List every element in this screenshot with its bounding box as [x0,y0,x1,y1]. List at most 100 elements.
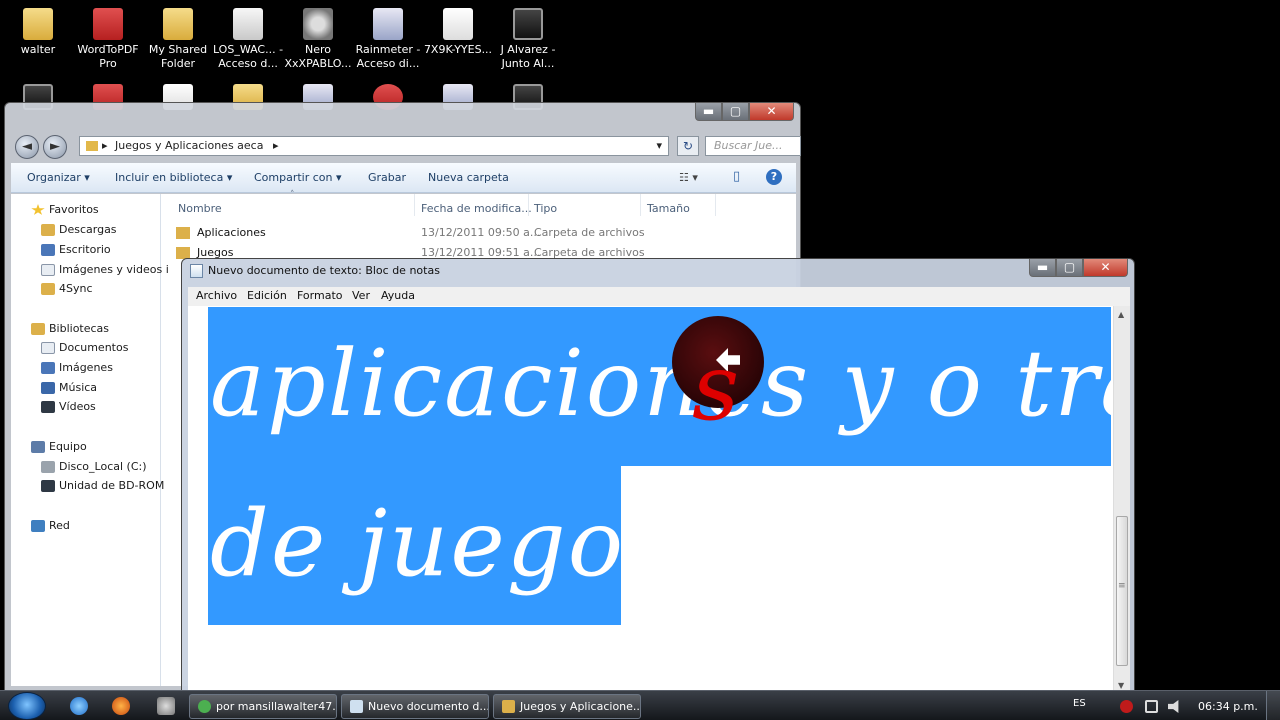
firefox-icon[interactable] [112,697,130,715]
tray-app-icon[interactable] [1120,700,1133,713]
folder-icon [41,283,55,295]
desktop-icon-j-alvarez[interactable]: J Alvarez - Junto Al... [492,8,564,71]
language-indicator[interactable]: ES [1073,698,1086,709]
burn-button[interactable]: Grabar [368,171,406,184]
help-button[interactable]: ? [766,169,782,185]
column-header-type[interactable]: Tipo [534,202,557,215]
scroll-thumb[interactable]: ≡ [1116,516,1128,666]
column-header-name[interactable]: Nombre [178,202,222,215]
address-dropdown-icon[interactable]: ▾ [656,137,662,155]
chrome-icon [198,700,211,713]
taskbar: por mansillawalter47... Nuevo documento … [0,690,1280,720]
nav-4sync[interactable]: 4Sync [41,280,93,298]
nav-bd-rom[interactable]: Unidad de BD-ROM [41,477,164,495]
taskbar-item-explorer[interactable]: Juegos y Aplicacione... [493,694,641,719]
highlighted-letter: s [692,334,740,441]
back-button[interactable]: ◄ [15,135,39,159]
start-button[interactable] [8,692,46,720]
file-row[interactable]: Aplicaciones 13/12/2011 09:50 a... Carpe… [162,223,796,243]
nav-images[interactable]: Imágenes [41,359,113,377]
nav-music[interactable]: Música [41,379,97,397]
explorer-toolbar: Organizar ▾ Incluir en biblioteca ▾ Comp… [11,163,796,193]
desktop-icon-shared-folder[interactable]: My Shared Folder [142,8,214,71]
desktop-icon-wordtopdf[interactable]: WordToPDF Pro [72,8,144,71]
nav-libraries[interactable]: Bibliotecas [31,320,109,338]
show-desktop-button[interactable] [1266,691,1280,720]
nav-videos[interactable]: Vídeos [41,398,96,416]
menu-file[interactable]: Archivo [196,289,237,302]
address-separator-icon[interactable]: ▸ [102,139,108,152]
taskbar-item-chrome[interactable]: por mansillawalter47... [189,694,337,719]
internet-explorer-icon[interactable] [70,697,88,715]
nav-documents[interactable]: Documentos [41,339,128,357]
nav-network[interactable]: Red [31,517,70,535]
close-button[interactable]: ✕ [749,103,794,121]
address-path[interactable]: Juegos y Aplicaciones aeca [115,139,263,152]
maximize-button[interactable]: ▢ [722,103,749,121]
network-program-icon[interactable] [157,697,175,715]
new-folder-button[interactable]: Nueva carpeta [428,171,509,184]
nav-favorites[interactable]: Favoritos [31,201,99,219]
menu-view[interactable]: Ver [352,289,370,302]
star-icon [31,204,45,215]
column-separator[interactable] [414,194,415,216]
desktop-icon-walter[interactable]: walter [2,8,74,57]
menu-format[interactable]: Formato [297,289,343,302]
menu-edit[interactable]: Edición [247,289,287,302]
change-view-button[interactable]: ☷ ▾ [679,171,698,184]
minimize-button[interactable]: ▬ [1029,259,1056,277]
desktop-icon-rainmeter[interactable]: Rainmeter - Acceso di... [352,8,424,71]
column-header-modified[interactable]: Fecha de modifica... [421,202,532,215]
file-type: Carpeta de archivos [534,226,645,239]
search-input[interactable]: Buscar Jue... [705,136,801,156]
scroll-grip-icon: ≡ [1118,581,1126,591]
clock[interactable]: 06:34 p.m. [1198,700,1258,713]
hard-drive-icon [41,461,55,473]
libraries-icon [31,323,45,335]
address-bar[interactable]: ▸ Juegos y Aplicaciones aeca ▸ ▾ [79,136,669,156]
user-folder-icon [23,8,53,40]
desktop-icon-los-wac[interactable]: LOS_WAC... - Acceso d... [212,8,284,71]
vertical-scrollbar[interactable]: ▲ ≡ ▼ [1113,306,1130,692]
taskbar-item-notepad[interactable]: Nuevo documento d... [341,694,489,719]
nav-desktop[interactable]: Escritorio [41,241,111,259]
minimize-button[interactable]: ▬ [695,103,722,121]
wordtopdf-app-icon [93,8,123,40]
organize-button[interactable]: Organizar ▾ [27,171,90,184]
column-separator[interactable] [715,194,716,216]
desktop-icon [41,244,55,256]
nav-downloads[interactable]: Descargas [41,221,117,239]
refresh-button[interactable]: ↻ [677,136,699,156]
include-in-library-button[interactable]: Incluir en biblioteca ▾ [115,171,232,184]
scroll-down-arrow-icon[interactable]: ▼ [1118,681,1124,690]
column-header-size[interactable]: Tamaño [647,202,690,215]
volume-icon[interactable] [1168,700,1179,713]
file-name: Aplicaciones [197,226,266,239]
desktop-icon-nero[interactable]: Nero XxXPABLO... [282,8,354,71]
action-center-icon[interactable] [1145,700,1158,713]
text-editor[interactable]: aplicaciones y o tra de juegos ▲ ≡ ▼ [188,306,1130,692]
desktop-icon-7x9k[interactable]: 7X9K-YYES... [422,8,494,57]
rainmeter-shortcut-icon [373,8,403,40]
column-separator[interactable] [528,194,529,216]
share-with-button[interactable]: Compartir con ▾ [254,171,342,184]
close-button[interactable]: ✕ [1083,259,1128,277]
folder-icon [502,700,515,713]
music-icon [41,382,55,394]
navigation-pane: Favoritos Descargas Escritorio Imágenes … [11,194,169,686]
forward-button[interactable]: ► [43,135,67,159]
column-separator[interactable] [640,194,641,216]
nav-images-videos[interactable]: Imágenes y videos i [41,261,169,279]
notepad-caption-buttons: ▬ ▢ ✕ [1029,259,1128,277]
maximize-button[interactable]: ▢ [1056,259,1083,277]
network-icon [31,520,45,532]
nav-local-disk[interactable]: Disco_Local (C:) [41,458,147,476]
menu-help[interactable]: Ayuda [381,289,415,302]
address-separator-icon[interactable]: ▸ [273,139,279,152]
explorer-caption-buttons: ▬ ▢ ✕ [695,103,794,121]
nav-computer[interactable]: Equipo [31,438,87,456]
sort-indicator-icon: ˄ [290,190,295,200]
scroll-up-arrow-icon[interactable]: ▲ [1118,310,1124,319]
preview-pane-button[interactable]: ▯ [733,169,740,184]
notepad-window: Nuevo documento de texto: Bloc de notas … [181,258,1135,692]
